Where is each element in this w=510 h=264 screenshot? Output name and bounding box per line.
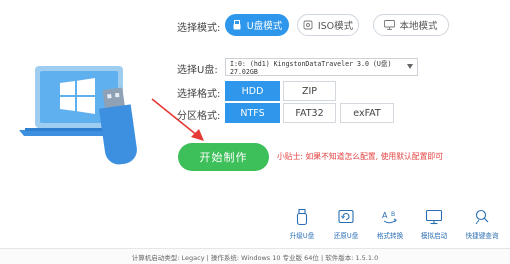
partition-ntfs-button[interactable]: NTFS — [225, 103, 280, 123]
mode-usb-label: U盘模式 — [246, 21, 283, 32]
tool-format-convert-label: 格式转换 — [376, 232, 404, 240]
format-label: 选择格式: — [177, 89, 221, 100]
mode-local-label: 本地模式 — [399, 21, 438, 32]
udisk-label: 选择U盘: — [177, 65, 218, 76]
simulate-boot-icon — [425, 209, 443, 225]
usb-restore-icon — [338, 209, 354, 224]
tool-format-convert[interactable]: A B 格式转换 — [370, 208, 410, 240]
start-button[interactable]: 开始制作 — [178, 143, 269, 171]
footer-text: 计算机启动类型: Legacy | 操作系统: Windows 10 专业版 6… — [131, 253, 379, 262]
status-footer: 计算机启动类型: Legacy | 操作系统: Windows 10 专业版 6… — [0, 248, 510, 264]
svg-text:B: B — [391, 211, 395, 218]
format-hdd-button[interactable]: HDD — [225, 81, 280, 101]
tool-upgrade-usb[interactable]: 升级U盘 — [282, 208, 322, 240]
disc-icon — [303, 20, 313, 30]
partition-label: 分区格式: — [177, 111, 221, 122]
udisk-value: I:0: (hd1) KingstonDataTraveler 3.0 (U盘)… — [230, 60, 392, 76]
usb-icon — [232, 20, 242, 30]
laptop-icon — [19, 66, 137, 165]
mode-iso-button[interactable]: ISO模式 — [297, 14, 359, 36]
hotkey-search-icon — [475, 209, 489, 225]
tool-hotkey-search[interactable]: 快捷键查询 — [462, 208, 502, 240]
monitor-icon — [384, 20, 396, 30]
format-convert-icon: A B — [382, 211, 397, 224]
partition-exfat-button[interactable]: exFAT — [340, 103, 394, 123]
format-zip-button[interactable]: ZIP — [283, 81, 336, 101]
udisk-select[interactable]: I:0: (hd1) KingstonDataTraveler 3.0 (U盘)… — [225, 58, 418, 76]
svg-text:A: A — [382, 211, 388, 220]
chevron-down-icon — [407, 64, 413, 69]
mode-label: 选择模式: — [177, 23, 221, 34]
tool-restore-usb-label: 还原U盘 — [333, 232, 359, 240]
mode-local-button[interactable]: 本地模式 — [373, 14, 449, 36]
tip-text: 小贴士: 如果不知道怎么配置, 使用默认配置即可 — [277, 152, 443, 161]
tool-simulate-boot-label: 模拟启动 — [420, 232, 448, 240]
tool-upgrade-usb-label: 升级U盘 — [289, 232, 315, 240]
tool-hotkey-search-label: 快捷键查询 — [465, 232, 499, 240]
laptop-usb-illustration — [15, 62, 145, 172]
usb-upgrade-icon — [296, 208, 308, 226]
tool-simulate-boot[interactable]: 模拟启动 — [414, 208, 454, 240]
mode-iso-label: ISO模式 — [317, 21, 354, 32]
partition-fat32-button[interactable]: FAT32 — [283, 103, 336, 123]
tool-restore-usb[interactable]: 还原U盘 — [326, 208, 366, 240]
mode-usb-button[interactable]: U盘模式 — [225, 14, 289, 36]
